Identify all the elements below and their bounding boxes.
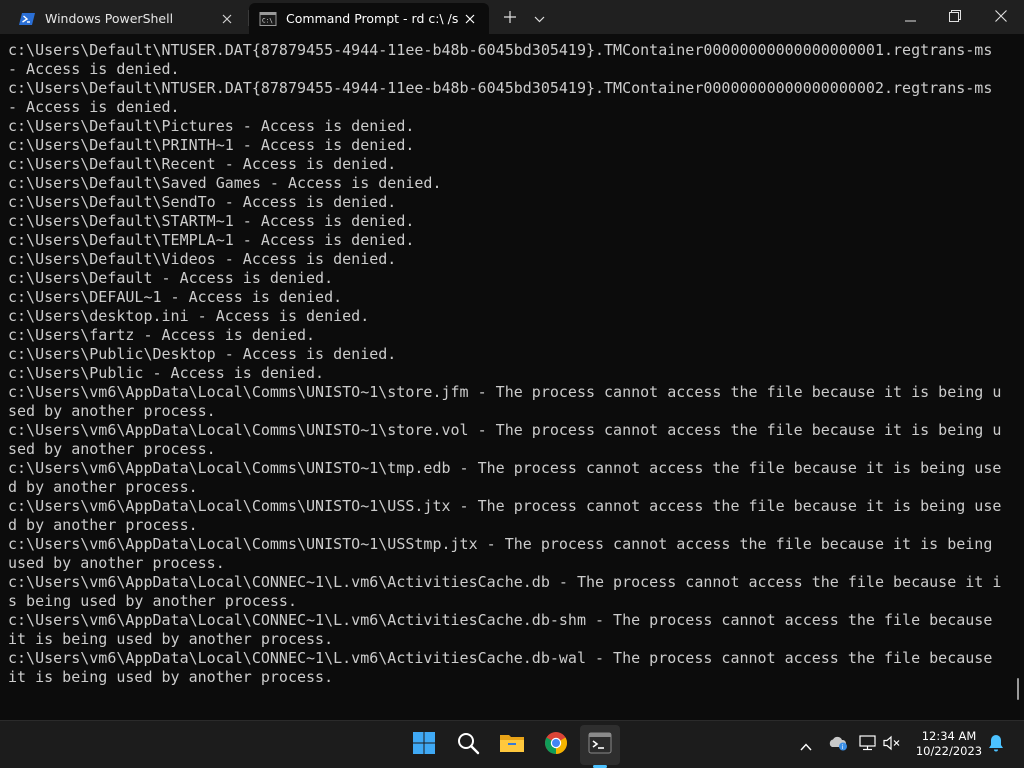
- folder-icon: [499, 732, 525, 758]
- close-tab-icon[interactable]: [461, 10, 479, 28]
- console-line: c:\Users\vm6\AppData\Local\Comms\UNISTO~…: [8, 535, 993, 553]
- console-line: c:\Users\Public - Access is denied.: [8, 364, 325, 382]
- console-line: c:\Users\vm6\AppData\Local\Comms\UNISTO~…: [8, 421, 1002, 439]
- console-line: c:\Users\vm6\AppData\Local\Comms\UNISTO~…: [8, 497, 1002, 515]
- minimize-button[interactable]: [887, 0, 933, 32]
- chrome-icon: [544, 731, 568, 759]
- console-line: c:\Users\desktop.ini - Access is denied.: [8, 307, 370, 325]
- console-line: used by another process.: [8, 554, 225, 572]
- terminal-button[interactable]: [580, 725, 620, 765]
- console-line: it is being used by another process.: [8, 630, 334, 648]
- terminal-icon: [588, 732, 612, 758]
- tab-dropdown-button[interactable]: [526, 5, 552, 29]
- tab-title: Command Prompt - rd c:\ /s /q: [286, 11, 461, 26]
- console-output[interactable]: c:\Users\Default\NTUSER.DAT{87879455-494…: [0, 41, 1016, 718]
- clock-time: 12:34 AM: [921, 729, 977, 743]
- tab-command-prompt[interactable]: C:\ Command Prompt - rd c:\ /s /q: [249, 3, 489, 34]
- console-line: c:\Users\Default\Recent - Access is deni…: [8, 155, 397, 173]
- console-line: d by another process.: [8, 478, 198, 496]
- tab-windows-powershell[interactable]: Windows PowerShell: [8, 3, 246, 34]
- maximize-icon: [949, 7, 961, 26]
- minimize-icon: [904, 7, 916, 26]
- chevron-up-icon: [800, 736, 812, 755]
- console-line: c:\Users\Default\STARTM~1 - Access is de…: [8, 212, 415, 230]
- console-line: c:\Users\Default\PRINTH~1 - Access is de…: [8, 136, 415, 154]
- console-line: c:\Users\Default\Pictures - Access is de…: [8, 117, 415, 135]
- tab-title: Windows PowerShell: [45, 11, 174, 26]
- console-line: - Access is denied.: [8, 98, 180, 116]
- search-button[interactable]: [448, 725, 488, 765]
- console-line: c:\Users\Default\SendTo - Access is deni…: [8, 193, 397, 211]
- chevron-down-icon: [534, 8, 545, 27]
- console-line: c:\Users\vm6\AppData\Local\Comms\UNISTO~…: [8, 459, 1002, 477]
- weather-icon: i: [828, 735, 848, 755]
- windows-start-icon: [412, 731, 436, 759]
- console-line: c:\Users\fartz - Access is denied.: [8, 326, 316, 344]
- console-line: it is being used by another process.: [8, 668, 334, 686]
- console-line: c:\Users\vm6\AppData\Local\Comms\UNISTO~…: [8, 383, 1002, 401]
- console-line: - Access is denied.: [8, 60, 180, 78]
- console-line: c:\Users\Public\Desktop - Access is deni…: [8, 345, 397, 363]
- console-line: c:\Users\Default\NTUSER.DAT{87879455-494…: [8, 79, 993, 97]
- svg-text:C:\: C:\: [262, 17, 273, 24]
- console-line: c:\Users\DEFAUL~1 - Access is denied.: [8, 288, 343, 306]
- title-bar[interactable]: Windows PowerShell C:\ Command Prompt - …: [0, 0, 1024, 34]
- bell-icon: [988, 734, 1004, 756]
- console-line: sed by another process.: [8, 402, 216, 420]
- console-line: c:\Users\Default - Access is denied.: [8, 269, 334, 287]
- volume-muted-icon: [883, 735, 901, 755]
- console-line: sed by another process.: [8, 440, 216, 458]
- show-hidden-icons-button[interactable]: [796, 731, 816, 759]
- chrome-button[interactable]: [536, 725, 576, 765]
- start-button[interactable]: [404, 725, 444, 765]
- terminal-window: Windows PowerShell C:\ Command Prompt - …: [0, 0, 1024, 768]
- weather-button[interactable]: i: [826, 731, 850, 759]
- plus-icon: [504, 8, 516, 27]
- console-line: c:\Users\Default\Videos - Access is deni…: [8, 250, 397, 268]
- powershell-icon: [18, 11, 36, 27]
- search-icon: [456, 731, 480, 759]
- console-lines: c:\Users\Default\NTUSER.DAT{87879455-494…: [0, 41, 1016, 687]
- console-line: s being used by another process.: [8, 592, 297, 610]
- network-icon: [859, 735, 877, 755]
- clock-date: 10/22/2023: [915, 744, 983, 758]
- console-line: c:\Users\Default\NTUSER.DAT{87879455-494…: [8, 41, 993, 59]
- console-line: c:\Users\Default\TEMPLA~1 - Access is de…: [8, 231, 415, 249]
- close-tab-icon[interactable]: [218, 10, 236, 28]
- close-window-button[interactable]: [978, 0, 1024, 32]
- console-line: d by another process.: [8, 516, 198, 534]
- new-tab-button[interactable]: [497, 5, 523, 29]
- console-line: c:\Users\Default\Saved Games - Access is…: [8, 174, 442, 192]
- scrollbar-thumb[interactable]: [1017, 678, 1019, 700]
- taskbar: i 12:34 AM 10/22/2023: [0, 720, 1024, 768]
- console-line: c:\Users\vm6\AppData\Local\CONNEC~1\L.vm…: [8, 611, 993, 629]
- console-line: c:\Users\vm6\AppData\Local\CONNEC~1\L.vm…: [8, 649, 993, 667]
- cmd-icon: C:\: [259, 11, 277, 27]
- notifications-button[interactable]: [986, 731, 1006, 759]
- console-line: c:\Users\vm6\AppData\Local\CONNEC~1\L.vm…: [8, 573, 1002, 591]
- file-explorer-button[interactable]: [492, 725, 532, 765]
- close-icon: [995, 7, 1007, 26]
- network-volume-button[interactable]: [856, 731, 904, 759]
- maximize-button[interactable]: [932, 0, 978, 32]
- clock-button[interactable]: 12:34 AM 10/22/2023: [912, 729, 986, 761]
